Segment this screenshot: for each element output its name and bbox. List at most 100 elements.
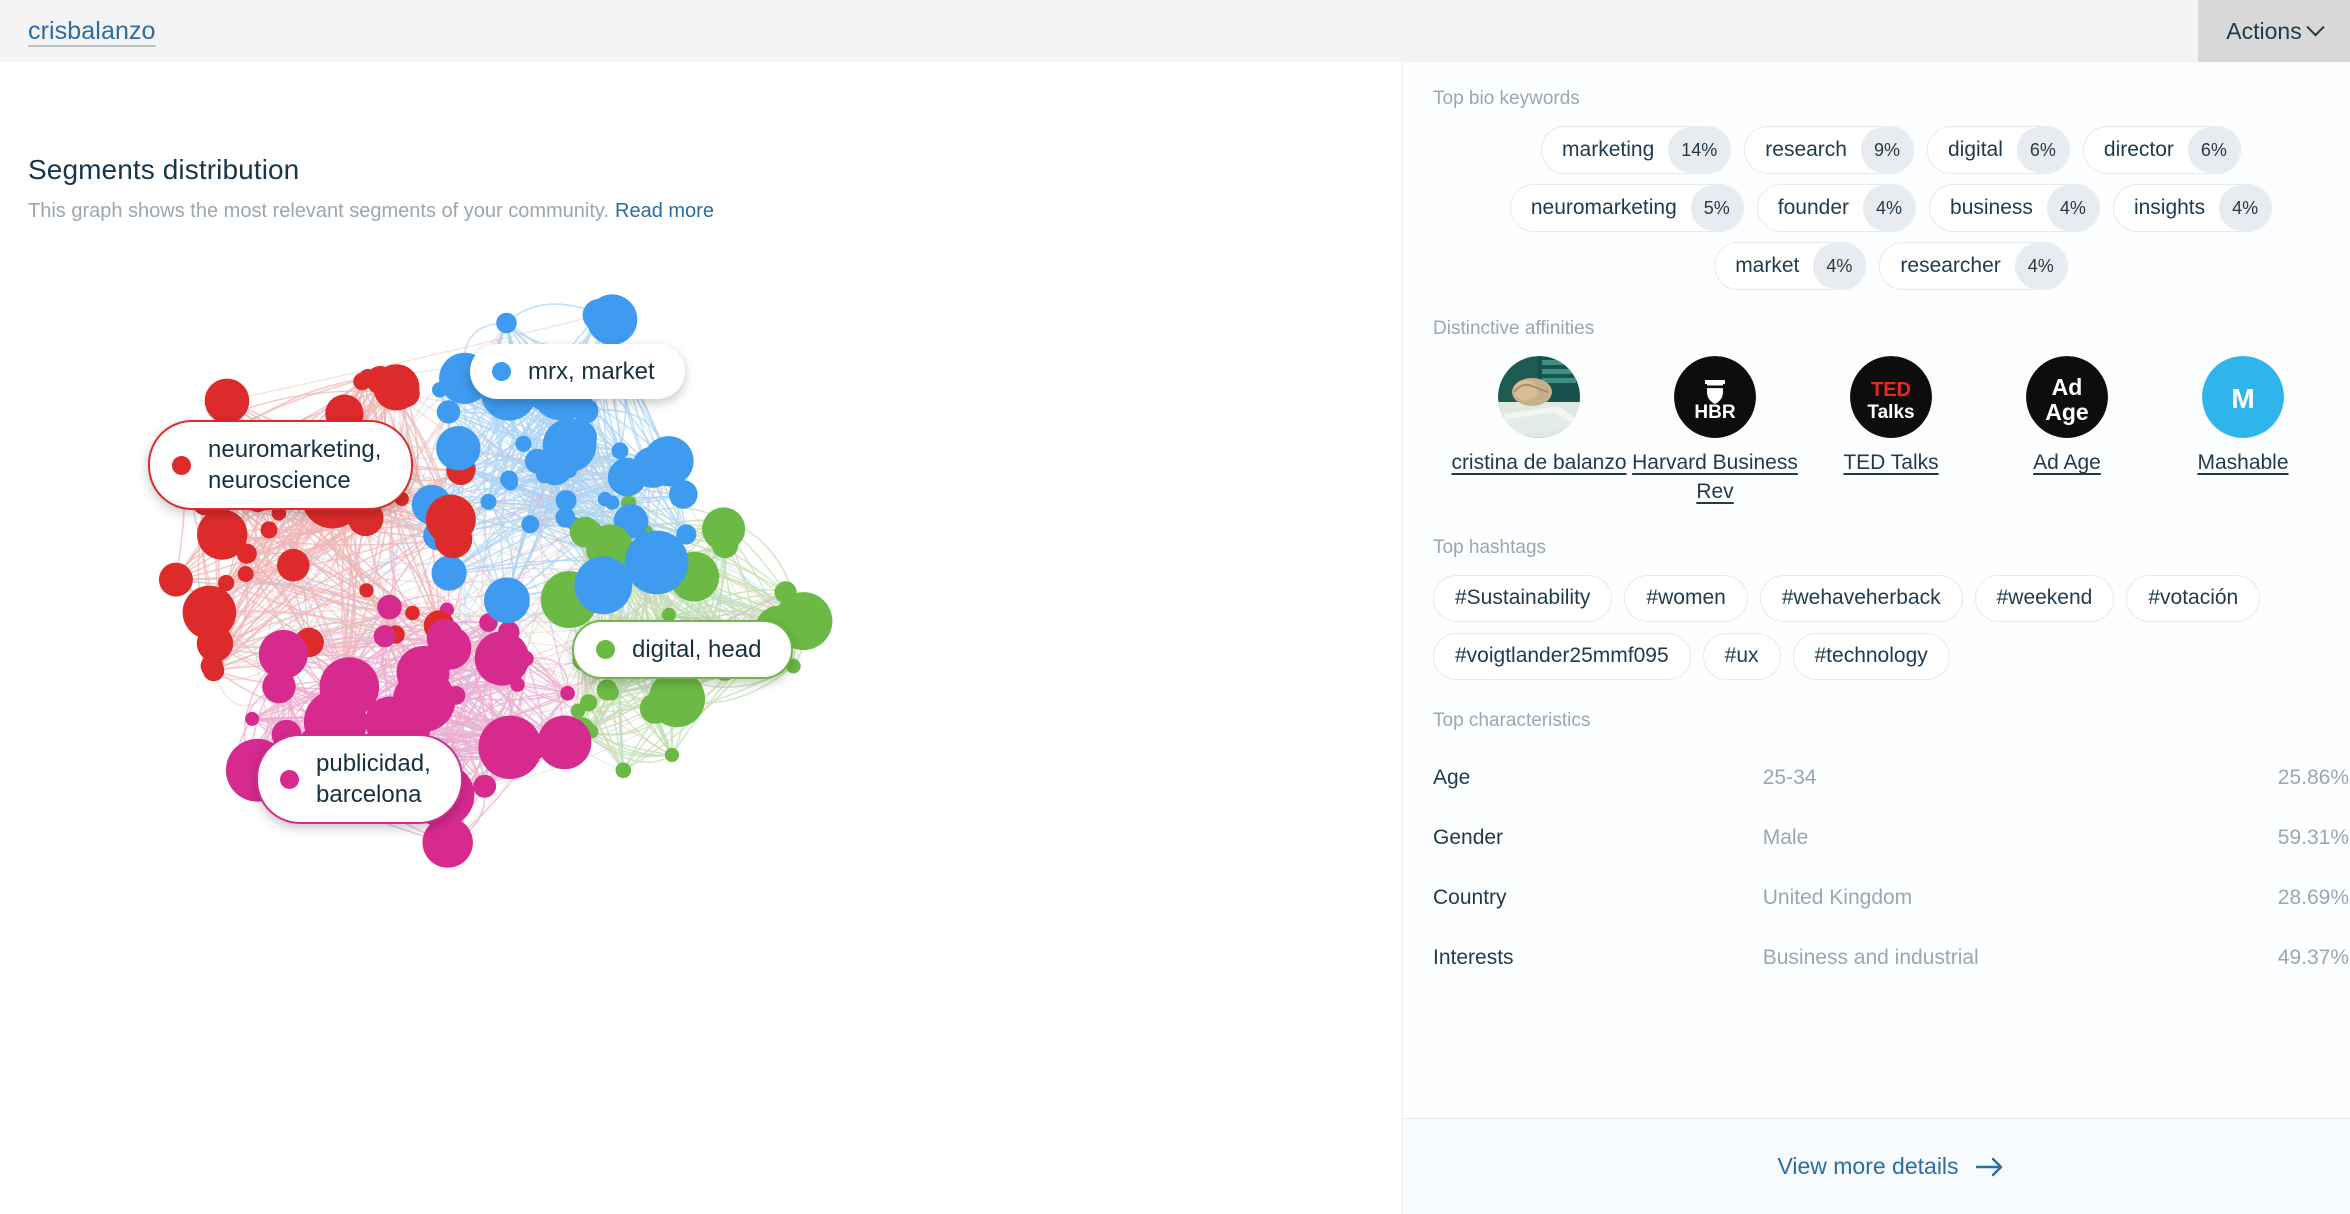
hashtag-chip[interactable]: #women: [1624, 574, 1748, 622]
keyword-chip-term: director: [2103, 138, 2174, 161]
actions-button[interactable]: Actions: [2198, 0, 2350, 62]
graph-node[interactable]: [560, 685, 575, 701]
cluster-label-red[interactable]: neuromarketing, neuroscience: [148, 420, 414, 511]
graph-node[interactable]: [542, 418, 597, 472]
affinity-item[interactable]: TED Talks TED Talks: [1803, 356, 1979, 507]
read-more-link[interactable]: Read more: [615, 200, 714, 222]
top-bio-keywords-label: Top bio keywords: [1433, 88, 1580, 109]
view-more-details-button[interactable]: View more details: [1403, 1118, 2350, 1214]
graph-node[interactable]: [597, 491, 613, 507]
hashtag-chip[interactable]: #Sustainability: [1433, 574, 1613, 622]
keyword-chip-percent: 5%: [1690, 185, 1743, 231]
affinity-name[interactable]: Mashable: [2197, 449, 2288, 478]
graph-node[interactable]: [496, 312, 517, 334]
top-bar: crisbalanzo Actions: [0, 0, 2350, 62]
keyword-chip[interactable]: researcher 4%: [1879, 242, 2068, 290]
graph-node[interactable]: [258, 629, 308, 679]
affinity-name[interactable]: Harvard Business Rev: [1627, 449, 1803, 507]
graph-node[interactable]: [277, 548, 310, 582]
graph-node[interactable]: [431, 555, 467, 591]
graph-node[interactable]: [405, 605, 420, 621]
graph-node[interactable]: [574, 556, 633, 615]
network-graph-canvas[interactable]: [0, 252, 1402, 1214]
keyword-chip[interactable]: neuromarketing 5%: [1509, 184, 1744, 232]
hashtag-chip[interactable]: #ux: [1702, 632, 1781, 680]
affinity-name[interactable]: TED Talks: [1843, 449, 1938, 478]
graph-node[interactable]: [611, 442, 629, 460]
mashable-logo-icon: M: [2202, 356, 2284, 438]
keyword-chip[interactable]: market 4%: [1714, 242, 1867, 290]
keyword-chip-term: neuromarketing: [1530, 196, 1677, 219]
affinity-name[interactable]: Ad Age: [2033, 449, 2101, 478]
graph-node[interactable]: [158, 562, 193, 597]
graph-node[interactable]: [245, 711, 260, 726]
graph-node[interactable]: [702, 507, 746, 551]
characteristic-percent: 59.31%: [2277, 825, 2349, 849]
graph-node[interactable]: [359, 583, 374, 598]
graph-node[interactable]: [664, 747, 680, 763]
graph-node[interactable]: [586, 294, 638, 345]
hashtag-chip[interactable]: #votación: [2126, 574, 2261, 622]
graph-node[interactable]: [615, 762, 632, 779]
hashtag-chip[interactable]: #voigtlander25mmf095: [1433, 632, 1691, 680]
keyword-chip[interactable]: founder 4%: [1756, 184, 1917, 232]
graph-node[interactable]: [182, 585, 237, 640]
affinity-item[interactable]: cristina de balanzo: [1451, 356, 1627, 507]
graph-node[interactable]: [436, 400, 461, 424]
affinity-item[interactable]: M Mashable: [2155, 356, 2331, 507]
keyword-chip[interactable]: research 9%: [1744, 126, 1914, 174]
characteristic-key: Interests: [1433, 945, 1514, 969]
graph-node[interactable]: [473, 774, 497, 798]
affinity-item[interactable]: HBR Harvard Business Rev: [1627, 356, 1803, 507]
hashtag-chip[interactable]: #technology: [1792, 632, 1950, 680]
chevron-down-icon: [2306, 17, 2325, 36]
graph-node[interactable]: [580, 694, 598, 712]
table-row: Age 25-34 25.86%: [1433, 748, 2349, 808]
distinctive-affinities-section: Distinctive affinities cristina de balan…: [1433, 318, 2349, 507]
graph-node[interactable]: [436, 426, 481, 471]
graph-node[interactable]: [480, 493, 497, 510]
graph-node[interactable]: [373, 625, 396, 648]
graph-node[interactable]: [643, 436, 694, 487]
graph-node[interactable]: [373, 364, 420, 411]
hashtag-chip[interactable]: #wehaveherback: [1759, 574, 1963, 622]
graph-node[interactable]: [648, 670, 706, 728]
affinity-name[interactable]: cristina de balanzo: [1451, 449, 1626, 478]
graph-node[interactable]: [624, 530, 689, 595]
keyword-chip[interactable]: insights 4%: [2112, 184, 2273, 232]
account-handle-link[interactable]: crisbalanzo: [28, 17, 156, 46]
network-graph[interactable]: mrx, market neuromarketing, neuroscience d…: [0, 252, 1402, 1214]
characteristic-percent: 28.69%: [2277, 885, 2349, 909]
keyword-chip-percent: 4%: [2046, 185, 2099, 231]
keyword-chip[interactable]: director 6%: [2082, 126, 2241, 174]
graph-node[interactable]: [596, 679, 618, 701]
characteristic-value: 25-34: [1762, 765, 1817, 789]
graph-node[interactable]: [478, 715, 542, 779]
cluster-label-pink[interactable]: publicidad, barcelona: [256, 734, 463, 825]
graph-node[interactable]: [484, 577, 530, 624]
graph-node[interactable]: [197, 509, 248, 560]
graph-node[interactable]: [260, 521, 278, 539]
graph-node[interactable]: [204, 378, 250, 424]
keyword-chip-percent: 14%: [1668, 127, 1731, 173]
graph-node[interactable]: [425, 494, 476, 545]
cluster-label-blue[interactable]: mrx, market: [470, 344, 685, 400]
graph-node[interactable]: [237, 566, 254, 582]
affinity-item[interactable]: Ad Age Ad Age: [1979, 356, 2155, 507]
graph-node[interactable]: [537, 715, 592, 770]
graph-node[interactable]: [392, 669, 456, 732]
page-body: Segments distribution This graph shows t…: [0, 62, 2350, 1214]
keyword-chip[interactable]: marketing 14%: [1541, 126, 1732, 174]
graph-node[interactable]: [474, 631, 530, 686]
characteristic-value: United Kingdom: [1762, 885, 1913, 909]
cluster-color-dot-icon: [492, 362, 511, 382]
graph-node[interactable]: [377, 594, 402, 620]
cluster-label-green[interactable]: digital, head: [572, 620, 794, 680]
keyword-chip[interactable]: digital 6%: [1927, 126, 2070, 174]
graph-node[interactable]: [521, 515, 540, 534]
keyword-chip[interactable]: business 4%: [1929, 184, 2100, 232]
graph-node[interactable]: [500, 470, 518, 489]
graph-node[interactable]: [515, 435, 532, 452]
hashtag-chip[interactable]: #weekend: [1974, 574, 2115, 622]
graph-node[interactable]: [555, 490, 577, 511]
